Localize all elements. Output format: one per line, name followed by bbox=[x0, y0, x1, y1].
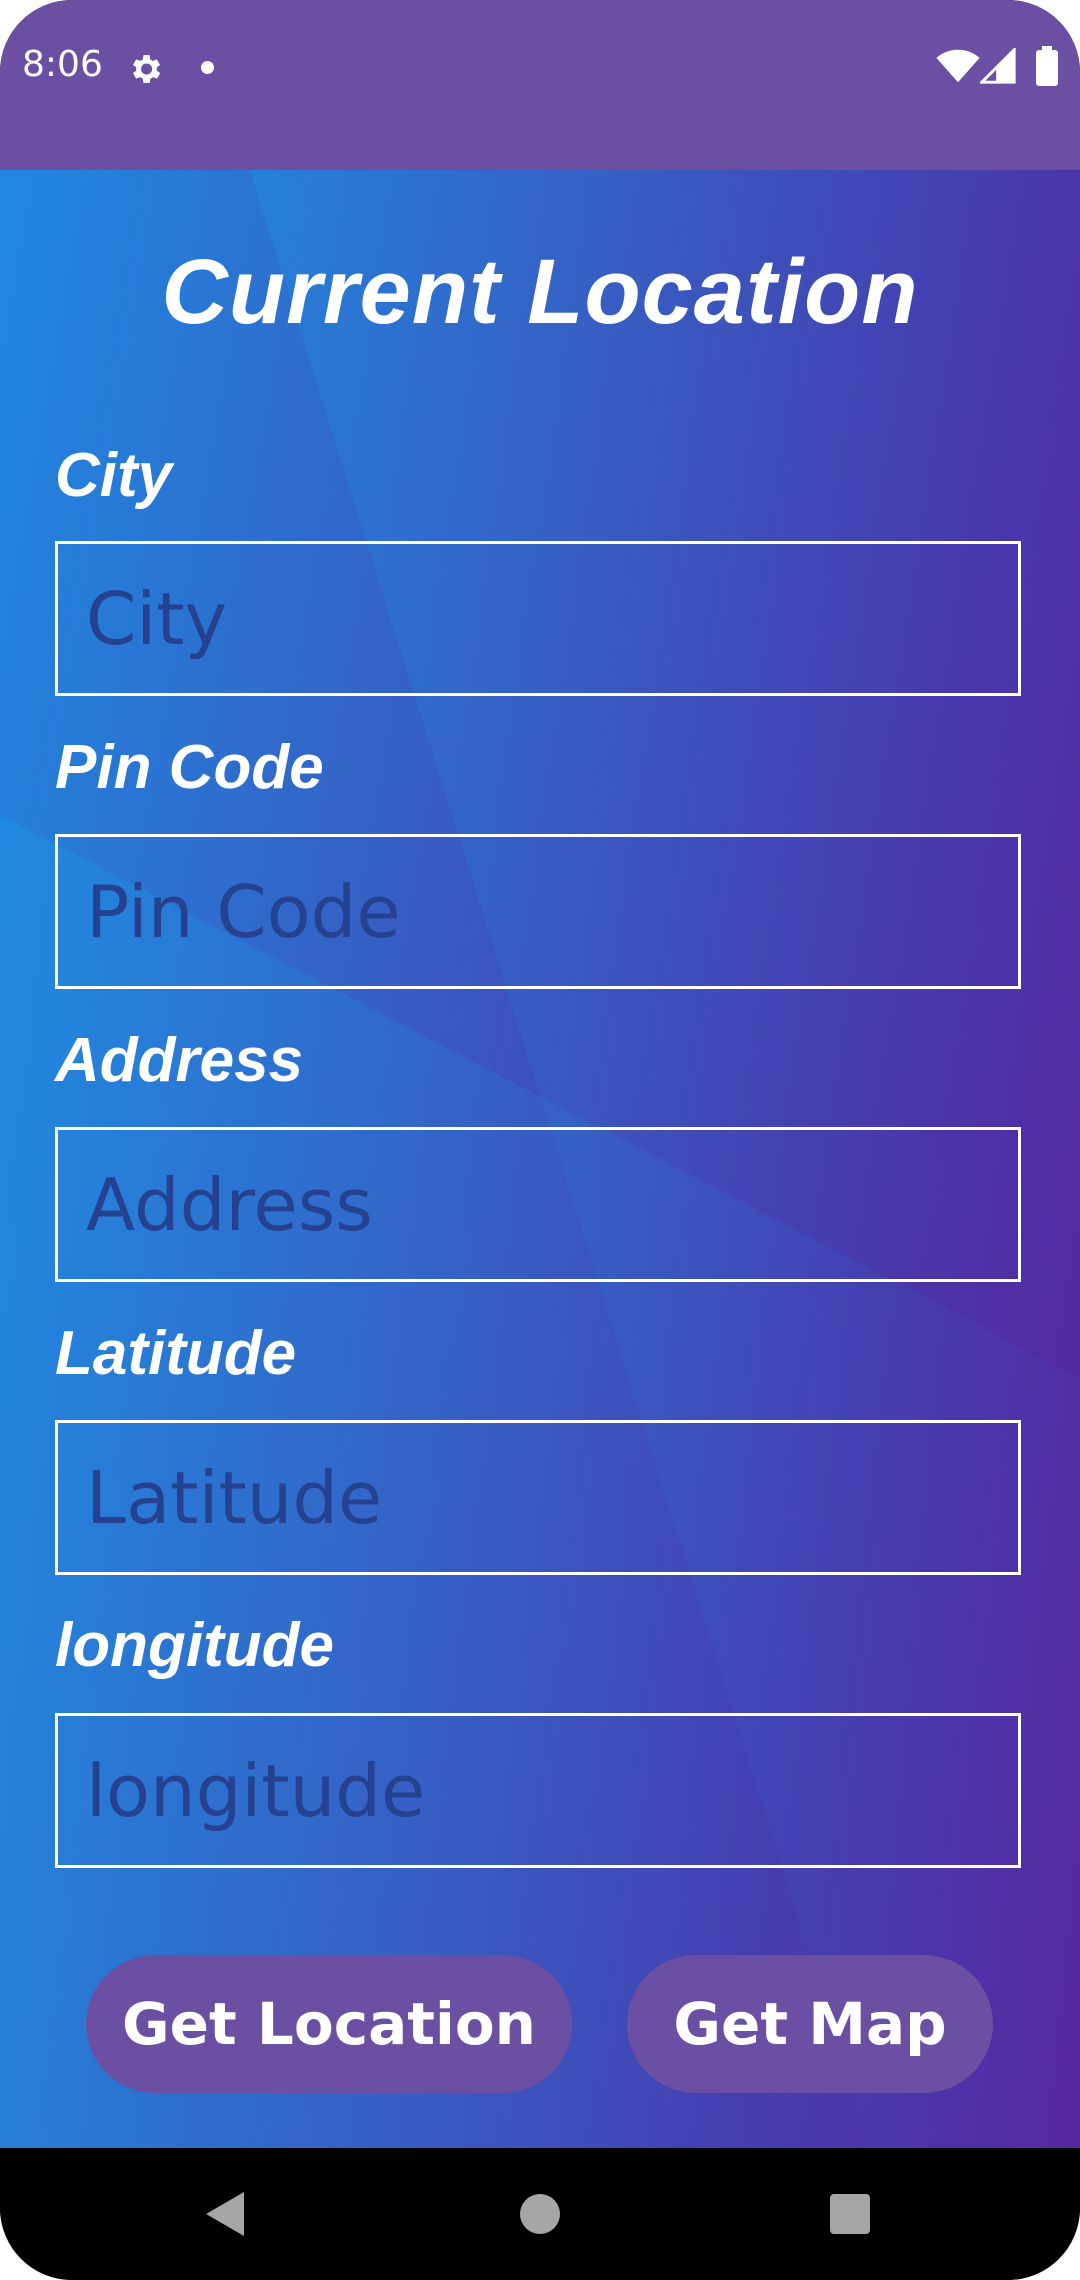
latitude-label: Latitude bbox=[55, 1319, 297, 1388]
city-label: City bbox=[55, 441, 173, 510]
recents-icon[interactable] bbox=[830, 2194, 870, 2234]
navigation-bar bbox=[0, 2148, 1080, 2280]
gear-icon bbox=[132, 55, 161, 83]
pin-code-field-box bbox=[55, 834, 1021, 989]
longitude-field-box bbox=[55, 1713, 1021, 1868]
battery-icon bbox=[1036, 46, 1058, 86]
latitude-input[interactable] bbox=[58, 1423, 1018, 1572]
address-input[interactable] bbox=[58, 1130, 1018, 1279]
wifi-icon bbox=[936, 49, 980, 83]
page-title: Current Location bbox=[161, 241, 919, 343]
address-label: Address bbox=[55, 1026, 304, 1095]
longitude-input[interactable] bbox=[58, 1716, 1018, 1865]
latitude-field-box bbox=[55, 1420, 1021, 1575]
city-input[interactable] bbox=[58, 544, 1018, 693]
location-form-screen: Current Location City Pin Code Address L… bbox=[0, 170, 1080, 2148]
address-field-box bbox=[55, 1127, 1021, 1282]
signal-icon bbox=[980, 48, 1016, 84]
pin-code-label: Pin Code bbox=[55, 733, 324, 802]
get-location-button[interactable]: Get Location bbox=[86, 1955, 572, 2093]
back-icon[interactable] bbox=[204, 2190, 246, 2238]
notification-dot-icon bbox=[201, 61, 214, 74]
status-bar: 8:06 bbox=[0, 0, 1080, 170]
city-field-box bbox=[55, 541, 1021, 696]
home-icon[interactable] bbox=[520, 2194, 560, 2234]
status-time: 8:06 bbox=[22, 44, 103, 85]
longitude-label: longitude bbox=[55, 1611, 334, 1680]
get-map-button[interactable]: Get Map bbox=[627, 1955, 993, 2093]
phone-screen: 8:06 Current Location City City Pin Code… bbox=[0, 0, 1080, 2280]
pin-code-input[interactable] bbox=[58, 837, 1018, 986]
